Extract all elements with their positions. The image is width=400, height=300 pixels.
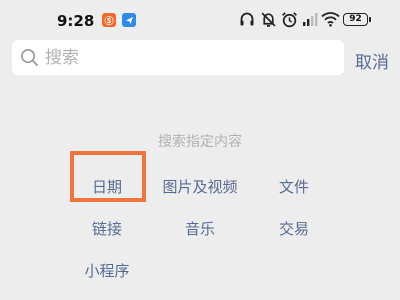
headphones-icon (240, 12, 254, 26)
paper-plane-icon (122, 13, 136, 27)
category-mini-programs[interactable]: 小程序 (52, 260, 162, 281)
battery-cap (369, 17, 371, 22)
status-time: 9:28 (57, 12, 95, 30)
wifi-icon (321, 12, 340, 27)
status-bar: 9:28 Ⓢ 92 (0, 0, 400, 40)
alarm-icon (282, 12, 297, 28)
app-notification-icon: Ⓢ (102, 13, 116, 27)
signal-icon (303, 13, 318, 26)
category-transactions[interactable]: 交易 (239, 218, 349, 239)
mute-icon (261, 12, 276, 27)
section-title: 搜索指定内容 (158, 134, 242, 150)
cancel-button[interactable]: 取消 (355, 48, 389, 73)
search-input[interactable] (45, 40, 335, 75)
category-files[interactable]: 文件 (239, 176, 349, 197)
search-icon (21, 49, 38, 66)
search-box[interactable] (12, 40, 344, 75)
highlight-box (70, 151, 146, 202)
battery-icon: 92 (343, 13, 368, 26)
